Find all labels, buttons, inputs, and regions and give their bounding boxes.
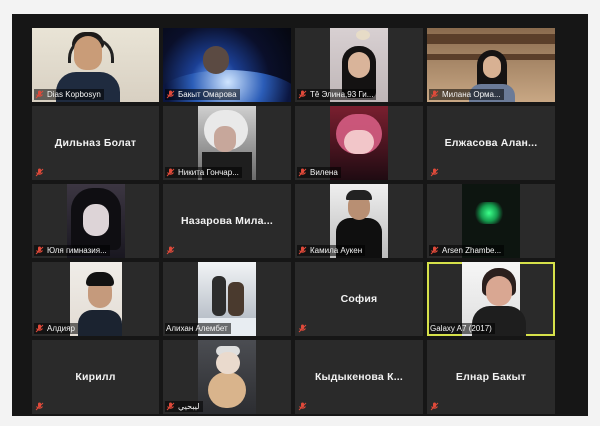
participant-tile[interactable]: Tê Элина,93 Ги... bbox=[295, 28, 423, 102]
muted-mic-icon bbox=[35, 402, 44, 411]
participant-name: Кирилл bbox=[75, 371, 116, 383]
participant-name: Dias Kopbosyn bbox=[47, 90, 101, 99]
muted-mic-icon bbox=[298, 168, 307, 177]
participant-name: Назарова Мила... bbox=[180, 215, 274, 227]
participant-label: Вилена bbox=[297, 167, 341, 178]
participant-tile[interactable]: Елжасова Алан... bbox=[427, 106, 555, 180]
participant-label: Tê Элина,93 Ги... bbox=[297, 89, 377, 100]
participant-name: Камила Аукен bbox=[310, 246, 363, 255]
participant-avatar bbox=[198, 340, 256, 414]
participant-tile[interactable]: Камила Аукен bbox=[295, 184, 423, 258]
participant-tile[interactable]: Бакыт Омарова bbox=[163, 28, 291, 102]
participant-tile[interactable]: Кирилл bbox=[32, 340, 159, 414]
participant-label: Камила Аукен bbox=[297, 245, 366, 256]
muted-mic-icon bbox=[430, 168, 439, 177]
muted-mic-icon bbox=[35, 246, 44, 255]
participant-label: Galaxy A7 (2017) bbox=[429, 323, 495, 334]
participant-name: Милана Орма... bbox=[442, 90, 501, 99]
participant-name: ليبحيي bbox=[178, 402, 200, 411]
participant-name: Вилена bbox=[310, 168, 338, 177]
muted-mic-icon bbox=[298, 402, 307, 411]
participant-name: Елжасова Алан... bbox=[444, 137, 538, 149]
participant-name: Никита Гончар... bbox=[178, 168, 239, 177]
participant-label: Юля гимназия... bbox=[34, 245, 110, 256]
participant-label: Милана Орма... bbox=[429, 89, 504, 100]
participant-tile[interactable]: Дильназ Болат bbox=[32, 106, 159, 180]
participant-tile[interactable]: Назарова Мила... bbox=[163, 184, 291, 258]
participant-tile[interactable]: Dias Kopbosyn bbox=[32, 28, 159, 102]
participant-tile[interactable]: Кыдыкенова К... bbox=[295, 340, 423, 414]
participant-name: Дильназ Болат bbox=[54, 137, 137, 149]
participant-label: Бакыт Омарова bbox=[165, 89, 240, 100]
muted-mic-icon bbox=[298, 90, 307, 99]
participant-tile[interactable]: Никита Гончар... bbox=[163, 106, 291, 180]
participant-name: Бакыт Омарова bbox=[178, 90, 237, 99]
muted-mic-icon bbox=[166, 168, 175, 177]
participant-label: Arsen Zhambe... bbox=[429, 245, 505, 256]
participant-label: Алихан Алембет bbox=[165, 323, 231, 334]
participant-label: ليبحيي bbox=[165, 401, 203, 412]
muted-mic-icon bbox=[35, 168, 44, 177]
participant-tile[interactable]: Arsen Zhambe... bbox=[427, 184, 555, 258]
participant-label: Алдияр bbox=[34, 323, 78, 334]
muted-mic-icon bbox=[298, 324, 307, 333]
participant-tile[interactable]: София bbox=[295, 262, 423, 336]
participant-name: Arsen Zhambe... bbox=[442, 246, 502, 255]
muted-mic-icon bbox=[35, 324, 44, 333]
participant-tile[interactable]: Алдияр bbox=[32, 262, 159, 336]
participant-name: София bbox=[340, 293, 378, 305]
participant-tile[interactable]: Юля гимназия... bbox=[32, 184, 159, 258]
participant-tile[interactable]: Алихан Алембет bbox=[163, 262, 291, 336]
gallery-view: Dias Kopbosyn Бакыт Омарова Tê Элина,93 … bbox=[32, 28, 555, 414]
muted-mic-icon bbox=[430, 90, 439, 99]
muted-mic-icon bbox=[430, 246, 439, 255]
participant-tile[interactable]: Елнар Бакыт bbox=[427, 340, 555, 414]
muted-mic-icon bbox=[298, 246, 307, 255]
participant-name: Galaxy A7 (2017) bbox=[430, 324, 492, 333]
participant-name: Алдияр bbox=[47, 324, 75, 333]
participant-tile[interactable]: Милана Орма... bbox=[427, 28, 555, 102]
participant-name: Юля гимназия... bbox=[47, 246, 107, 255]
participant-tile[interactable]: Вилена bbox=[295, 106, 423, 180]
active-speaker-tile[interactable]: Galaxy A7 (2017) bbox=[427, 262, 555, 336]
participant-tile[interactable]: ليبحيي bbox=[163, 340, 291, 414]
muted-mic-icon bbox=[430, 402, 439, 411]
participant-name: Алихан Алембет bbox=[166, 324, 228, 333]
participant-name: Tê Элина,93 Ги... bbox=[310, 90, 374, 99]
muted-mic-icon bbox=[166, 402, 175, 411]
participant-name: Кыдыкенова К... bbox=[314, 371, 404, 383]
participant-name: Елнар Бакыт bbox=[455, 371, 527, 383]
muted-mic-icon bbox=[166, 246, 175, 255]
muted-mic-icon bbox=[35, 90, 44, 99]
participant-label: Никита Гончар... bbox=[165, 167, 242, 178]
muted-mic-icon bbox=[166, 90, 175, 99]
participant-label: Dias Kopbosyn bbox=[34, 89, 104, 100]
